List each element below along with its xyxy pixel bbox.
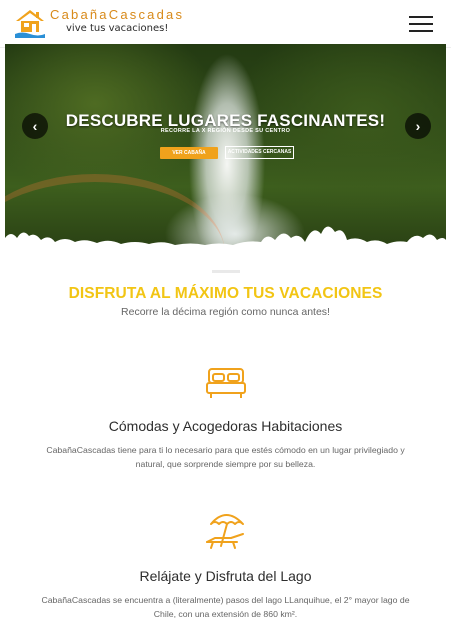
- brand-tagline: vive tus vacaciones!: [66, 23, 169, 34]
- nearby-activities-button[interactable]: ACTIVIDADES CERCANAS: [225, 146, 294, 159]
- house-logo-icon: [15, 10, 45, 38]
- section-title: DISFRUTA AL MÁXIMO TUS VACACIONES: [68, 285, 383, 302]
- feature-title: Cómodas y Acogedoras Habitaciones: [108, 418, 343, 434]
- hero-subtitle: RECORRE LA X REGIÓN DESDE SU CENTRO: [160, 128, 291, 134]
- hamburger-menu-icon[interactable]: [409, 14, 433, 34]
- feature-description: CabañaCascadas tiene para ti lo necesari…: [46, 445, 405, 469]
- beach-umbrella-icon: [206, 514, 244, 549]
- foliage-silhouette: [5, 226, 446, 248]
- brand-name: CabañaCascadas: [50, 7, 185, 22]
- view-cabin-button[interactable]: VER CABAÑA: [160, 147, 218, 159]
- hero-slider: DESCUBRE LUGARES FASCINANTES! RECORRE LA…: [5, 44, 446, 248]
- top-navbar: CabañaCascadas vive tus vacaciones!: [0, 0, 451, 48]
- chevron-left-icon: ‹: [32, 118, 38, 134]
- section-divider: [212, 270, 240, 273]
- site-logo[interactable]: CabañaCascadas vive tus vacaciones!: [14, 7, 184, 39]
- feature-description: CabañaCascadas se encuentra a (literalme…: [41, 595, 410, 619]
- slider-prev-button[interactable]: ‹: [22, 113, 48, 139]
- feature-title: Relájate y Disfruta del Lago: [139, 568, 312, 584]
- slider-next-button[interactable]: ›: [405, 113, 431, 139]
- section-subtitle: Recorre la décima región como nunca ante…: [121, 306, 330, 318]
- bed-icon: [206, 368, 246, 398]
- chevron-right-icon: ›: [415, 118, 421, 134]
